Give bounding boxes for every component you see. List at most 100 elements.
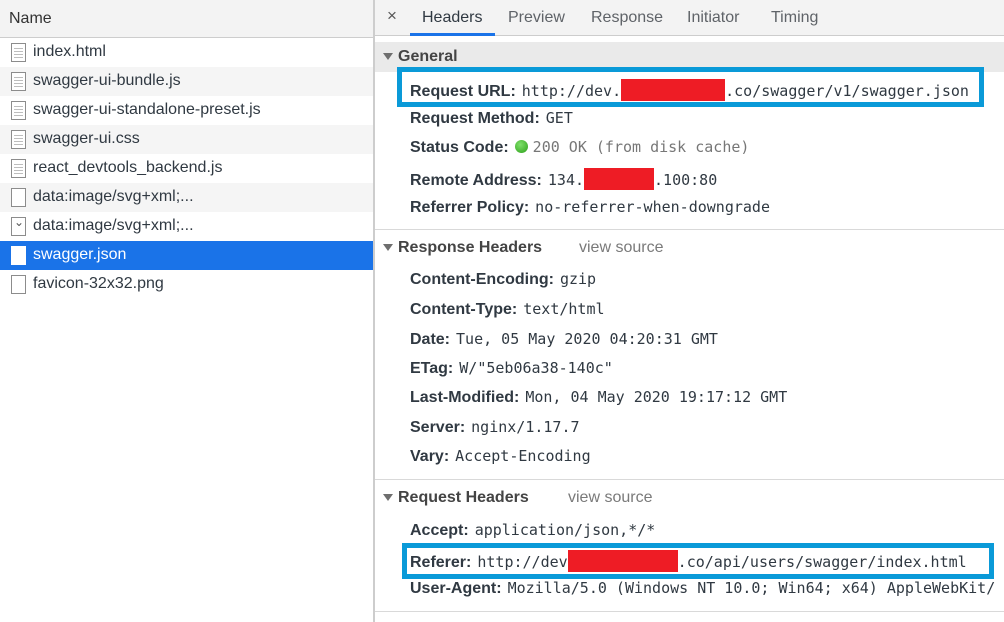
chevron-file-icon [11,215,26,236]
header-value: Accept-Encoding [455,447,591,465]
header-value: http://dev. .co/swagger/v1/swagger.json [522,79,969,101]
response-header-row: Content-Type: text/html [410,300,605,324]
redaction-mark [584,168,655,190]
header-key: Vary: [410,448,450,465]
request-row-swagger-ui-css[interactable]: swagger-ui.css [0,125,373,154]
request-details-panel: × Headers Preview Response Initiator Tim… [375,0,1004,622]
collapse-triangle-icon [383,53,393,60]
active-tab-indicator [410,33,495,36]
referer-row: Referer: http://dev .co/api/users/swagger/… [410,550,967,574]
request-name: index.html [33,43,106,60]
user-agent-row: User-Agent: Mozilla/5.0 (Windows NT 10.0;… [410,579,995,603]
details-tab-bar: × Headers Preview Response Initiator Tim… [375,0,1004,36]
tab-response[interactable]: Response [591,9,663,27]
blank-file-icon [11,188,26,207]
section-divider [375,229,1004,230]
document-icon [11,101,26,120]
header-key: Last-Modified: [410,389,520,406]
document-icon [11,72,26,91]
request-name: swagger-ui.css [33,130,140,147]
view-source-link[interactable]: view source [579,239,663,257]
request-row-data-svg-1[interactable]: data:image/svg+xml;... [0,183,373,212]
request-name: data:image/svg+xml;... [33,188,194,205]
header-value: Mon, 04 May 2020 19:17:12 GMT [525,388,788,406]
header-value: Tue, 05 May 2020 04:20:31 GMT [456,330,718,348]
response-header-row: Vary: Accept-Encoding [410,447,591,471]
section-title: Response Headers [398,239,543,256]
response-header-row: Date: Tue, 05 May 2020 04:20:31 GMT [410,330,718,354]
document-icon [11,130,26,149]
section-title: Request Headers [398,489,529,506]
section-divider [375,479,1004,480]
request-name: swagger.json [33,246,127,263]
blank-file-icon [11,275,26,294]
request-row-favicon[interactable]: favicon-32x32.png [0,270,373,299]
close-icon[interactable]: × [387,6,397,26]
header-value: gzip [559,270,597,288]
header-key: Remote Address: [410,172,542,189]
document-icon [11,43,26,62]
header-value: 134. .100:80 [548,168,717,190]
collapse-triangle-icon [383,494,393,501]
name-column-header[interactable]: Name [0,0,373,38]
request-name: swagger-ui-bundle.js [33,72,181,89]
header-value: http://dev .co/api/users/swagger/index.ht… [477,550,967,572]
tab-preview[interactable]: Preview [508,9,565,27]
request-method-row: Request Method: GET [410,109,573,133]
header-key: Accept: [410,522,469,539]
request-row-swagger-ui-standalone-preset[interactable]: swagger-ui-standalone-preset.js [0,96,373,125]
header-key: ETag: [410,360,454,377]
request-row-swagger-json[interactable]: swagger.json [0,241,373,270]
header-key: Status Code: [410,139,509,156]
header-value: 200 OK (from disk cache) [532,138,750,156]
response-header-row: Content-Encoding: gzip [410,270,596,294]
request-list-panel: Name index.html swagger-ui-bundle.js swa… [0,0,373,622]
section-divider [375,611,1004,612]
header-value: no-referrer-when-downgrade [535,198,770,216]
tab-initiator[interactable]: Initiator [687,9,739,27]
header-key: Server: [410,419,466,436]
header-key: Date: [410,331,451,348]
request-name: favicon-32x32.png [33,275,164,292]
header-key: Request Method: [410,110,540,127]
name-column-label: Name [9,10,52,27]
request-row-react-devtools-backend[interactable]: react_devtools_backend.js [0,154,373,183]
header-value: application/json,*/* [474,521,656,539]
response-header-row: Last-Modified: Mon, 04 May 2020 19:17:12 … [410,388,787,412]
request-name: data:image/svg+xml;... [33,217,194,234]
header-key: Content-Encoding: [410,271,554,288]
blank-file-icon [11,246,26,265]
response-header-row: Server: nginx/1.17.7 [410,418,580,442]
header-key: Referrer Policy: [410,199,530,216]
view-source-link[interactable]: view source [568,489,652,507]
response-headers-section-header[interactable]: Response Headers view source [375,233,1004,263]
request-name: react_devtools_backend.js [33,159,223,176]
header-value: GET [545,109,573,127]
status-ok-icon [514,140,528,153]
remote-address-row: Remote Address: 134. .100:80 [410,168,717,192]
referrer-policy-row: Referrer Policy: no-referrer-when-downgra… [410,198,770,222]
header-key: User-Agent: [410,580,502,597]
redaction-mark [621,79,726,101]
header-key: Content-Type: [410,301,518,318]
header-key: Request URL: [410,83,516,100]
request-row-index-html[interactable]: index.html [0,38,373,67]
header-value: text/html [523,300,605,318]
header-key: Referer: [410,554,472,571]
request-url-row: Request URL: http://dev. .co/swagger/v1/sw… [410,79,969,103]
tab-headers[interactable]: Headers [422,9,482,27]
status-code-row: Status Code: 200 OK (from disk cache) [410,138,749,162]
redaction-mark [567,550,678,572]
tab-timing[interactable]: Timing [771,9,818,27]
collapse-triangle-icon [383,244,393,251]
accept-row: Accept: application/json,*/* [410,521,655,545]
document-icon [11,159,26,178]
header-value: W/"5eb06a38-140c" [459,359,613,377]
response-header-row: ETag: W/"5eb06a38-140c" [410,359,613,383]
request-headers-section-header[interactable]: Request Headers view source [375,483,1004,513]
header-value: nginx/1.17.7 [471,418,580,436]
header-value: Mozilla/5.0 (Windows NT 10.0; Win64; x64… [507,579,996,597]
request-row-data-svg-2[interactable]: data:image/svg+xml;... [0,212,373,241]
request-name: swagger-ui-standalone-preset.js [33,101,261,118]
request-row-swagger-ui-bundle[interactable]: swagger-ui-bundle.js [0,67,373,96]
